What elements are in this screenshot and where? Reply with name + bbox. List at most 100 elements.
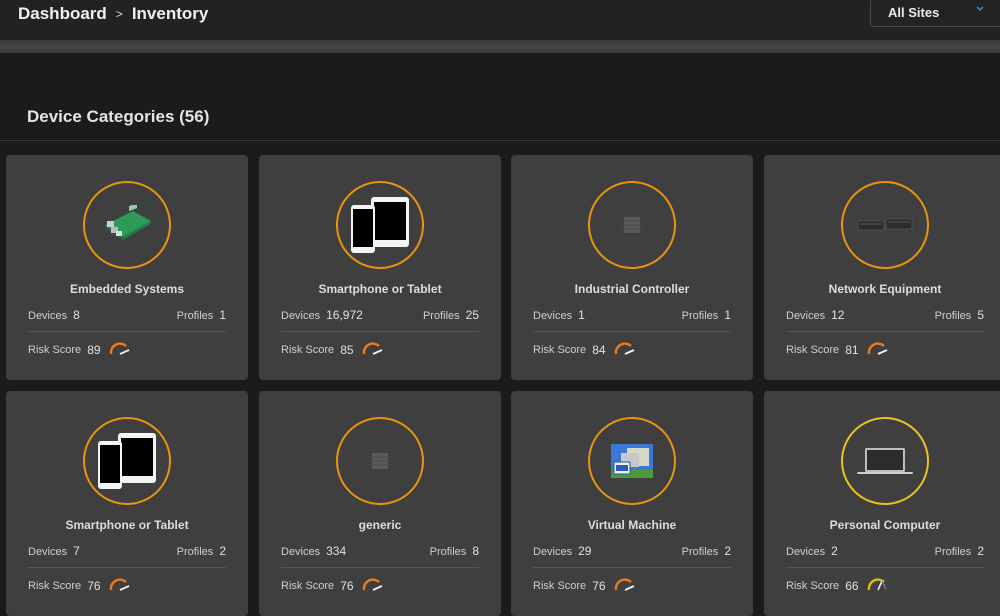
device-category-card[interactable]: Network Equipment Devices 12 Profiles 5 Ri… bbox=[764, 155, 1000, 380]
devices-label: Devices bbox=[281, 310, 321, 322]
site-selector-value: All Sites bbox=[888, 5, 940, 20]
profiles-stat: Profiles 25 bbox=[423, 308, 479, 322]
category-icon-ring bbox=[588, 181, 676, 269]
device-category-card[interactable]: Smartphone or Tablet Devices 16,972 Profi… bbox=[259, 155, 501, 380]
risk-gauge-icon bbox=[867, 578, 887, 591]
profiles-stat: Profiles 1 bbox=[682, 308, 731, 322]
network-switch-icon bbox=[856, 217, 914, 233]
devices-stat: Devices 16,972 bbox=[281, 308, 363, 322]
category-icon-ring bbox=[336, 417, 424, 505]
profiles-label: Profiles bbox=[176, 310, 214, 322]
profiles-stat: Profiles 5 bbox=[935, 308, 984, 322]
category-icon-ring bbox=[336, 181, 424, 269]
device-category-card[interactable]: generic Devices 334 Profiles 8 Risk Score 7… bbox=[259, 391, 501, 616]
category-icon-ring bbox=[841, 181, 929, 269]
card-divider bbox=[533, 331, 731, 332]
profiles-stat: Profiles 8 bbox=[430, 544, 479, 558]
category-name: Smartphone or Tablet bbox=[318, 282, 442, 296]
devices-label: Devices bbox=[281, 546, 321, 558]
devices-count: 334 bbox=[326, 544, 347, 558]
profiles-stat: Profiles 2 bbox=[177, 544, 226, 558]
profiles-stat: Profiles 2 bbox=[682, 544, 731, 558]
devices-label: Devices bbox=[28, 546, 68, 558]
devices-label: Devices bbox=[28, 310, 68, 322]
card-divider bbox=[28, 567, 226, 568]
device-category-card[interactable]: Industrial Controller Devices 1 Profiles 1… bbox=[511, 155, 753, 380]
risk-score-value: 66 bbox=[845, 578, 859, 593]
risk-score-value: 76 bbox=[592, 578, 606, 593]
risk-score-stat: Risk Score 85 bbox=[281, 341, 384, 358]
breadcrumb-dashboard[interactable]: Dashboard bbox=[18, 4, 107, 24]
risk-score-stat: Risk Score 84 bbox=[533, 341, 636, 358]
risk-score-value: 84 bbox=[592, 342, 606, 357]
risk-score-stat: Risk Score 76 bbox=[533, 577, 636, 594]
category-name: Personal Computer bbox=[829, 518, 941, 532]
risk-score-stat: Risk Score 76 bbox=[28, 577, 131, 594]
devices-stat: Devices 7 bbox=[28, 544, 80, 558]
risk-gauge-icon bbox=[109, 578, 129, 591]
card-divider bbox=[281, 567, 479, 568]
category-icon-ring bbox=[83, 181, 171, 269]
risk-score-label: Risk Score bbox=[281, 343, 335, 356]
profiles-count: 5 bbox=[977, 308, 984, 322]
category-name: Embedded Systems bbox=[69, 282, 185, 296]
risk-score-stat: Risk Score 89 bbox=[28, 341, 131, 358]
generic-chip-icon bbox=[369, 452, 391, 470]
section-divider bbox=[0, 140, 1000, 141]
virtual-machine-icon bbox=[611, 444, 653, 478]
profiles-count: 2 bbox=[977, 544, 984, 558]
risk-gauge-icon bbox=[109, 342, 129, 355]
profiles-count: 2 bbox=[724, 544, 731, 558]
devices-label: Devices bbox=[786, 310, 826, 322]
category-name: Smartphone or Tablet bbox=[65, 518, 189, 532]
breadcrumb-separator: > bbox=[115, 7, 123, 21]
profiles-count: 1 bbox=[219, 308, 226, 322]
profiles-label: Profiles bbox=[934, 310, 972, 322]
risk-score-label: Risk Score bbox=[281, 579, 335, 592]
risk-score-stat: Risk Score 76 bbox=[281, 577, 384, 594]
card-divider bbox=[281, 331, 479, 332]
profiles-count: 2 bbox=[219, 544, 226, 558]
embedded-board-icon bbox=[99, 205, 155, 245]
laptop-icon bbox=[856, 446, 914, 476]
risk-score-label: Risk Score bbox=[786, 579, 840, 592]
devices-count: 8 bbox=[73, 308, 80, 322]
smartphone-tablet-icon bbox=[347, 195, 413, 255]
risk-gauge-icon bbox=[867, 342, 887, 355]
card-divider bbox=[786, 567, 984, 568]
risk-score-label: Risk Score bbox=[28, 579, 82, 592]
site-selector-dropdown[interactable]: All Sites bbox=[870, 0, 1000, 27]
top-bar: Dashboard > Inventory All Sites bbox=[0, 0, 1000, 40]
devices-count: 2 bbox=[831, 544, 838, 558]
profiles-count: 25 bbox=[465, 308, 479, 322]
category-name: generic bbox=[358, 518, 402, 532]
card-divider bbox=[533, 567, 731, 568]
device-category-card[interactable]: Personal Computer Devices 2 Profiles 2 Ris… bbox=[764, 391, 1000, 616]
devices-stat: Devices 29 bbox=[533, 544, 591, 558]
devices-stat: Devices 1 bbox=[533, 308, 585, 322]
devices-count: 16,972 bbox=[326, 308, 363, 322]
device-category-card[interactable]: Embedded Systems Devices 8 Profiles 1 Risk… bbox=[6, 155, 248, 380]
risk-score-stat: Risk Score 81 bbox=[786, 341, 889, 358]
profiles-label: Profiles bbox=[681, 546, 719, 558]
breadcrumb: Dashboard > Inventory bbox=[18, 4, 208, 24]
risk-gauge-icon bbox=[362, 342, 382, 355]
device-category-card[interactable]: Smartphone or Tablet Devices 7 Profiles 2 … bbox=[6, 391, 248, 616]
profiles-label: Profiles bbox=[934, 546, 972, 558]
profiles-count: 8 bbox=[472, 544, 479, 558]
risk-score-label: Risk Score bbox=[786, 343, 840, 356]
profiles-label: Profiles bbox=[681, 310, 719, 322]
generic-chip-icon bbox=[621, 216, 643, 234]
category-icon-ring bbox=[841, 417, 929, 505]
device-category-card[interactable]: Virtual Machine Devices 29 Profiles 2 Risk… bbox=[511, 391, 753, 616]
devices-stat: Devices 12 bbox=[786, 308, 844, 322]
section-title: Device Categories (56) bbox=[27, 107, 210, 126]
category-icon-ring bbox=[588, 417, 676, 505]
risk-score-label: Risk Score bbox=[28, 343, 82, 356]
profiles-label: Profiles bbox=[176, 546, 214, 558]
chevron-down-icon bbox=[976, 6, 984, 12]
card-divider bbox=[28, 331, 226, 332]
breadcrumb-inventory: Inventory bbox=[131, 4, 209, 23]
devices-count: 12 bbox=[831, 308, 845, 322]
devices-count: 7 bbox=[73, 544, 80, 558]
